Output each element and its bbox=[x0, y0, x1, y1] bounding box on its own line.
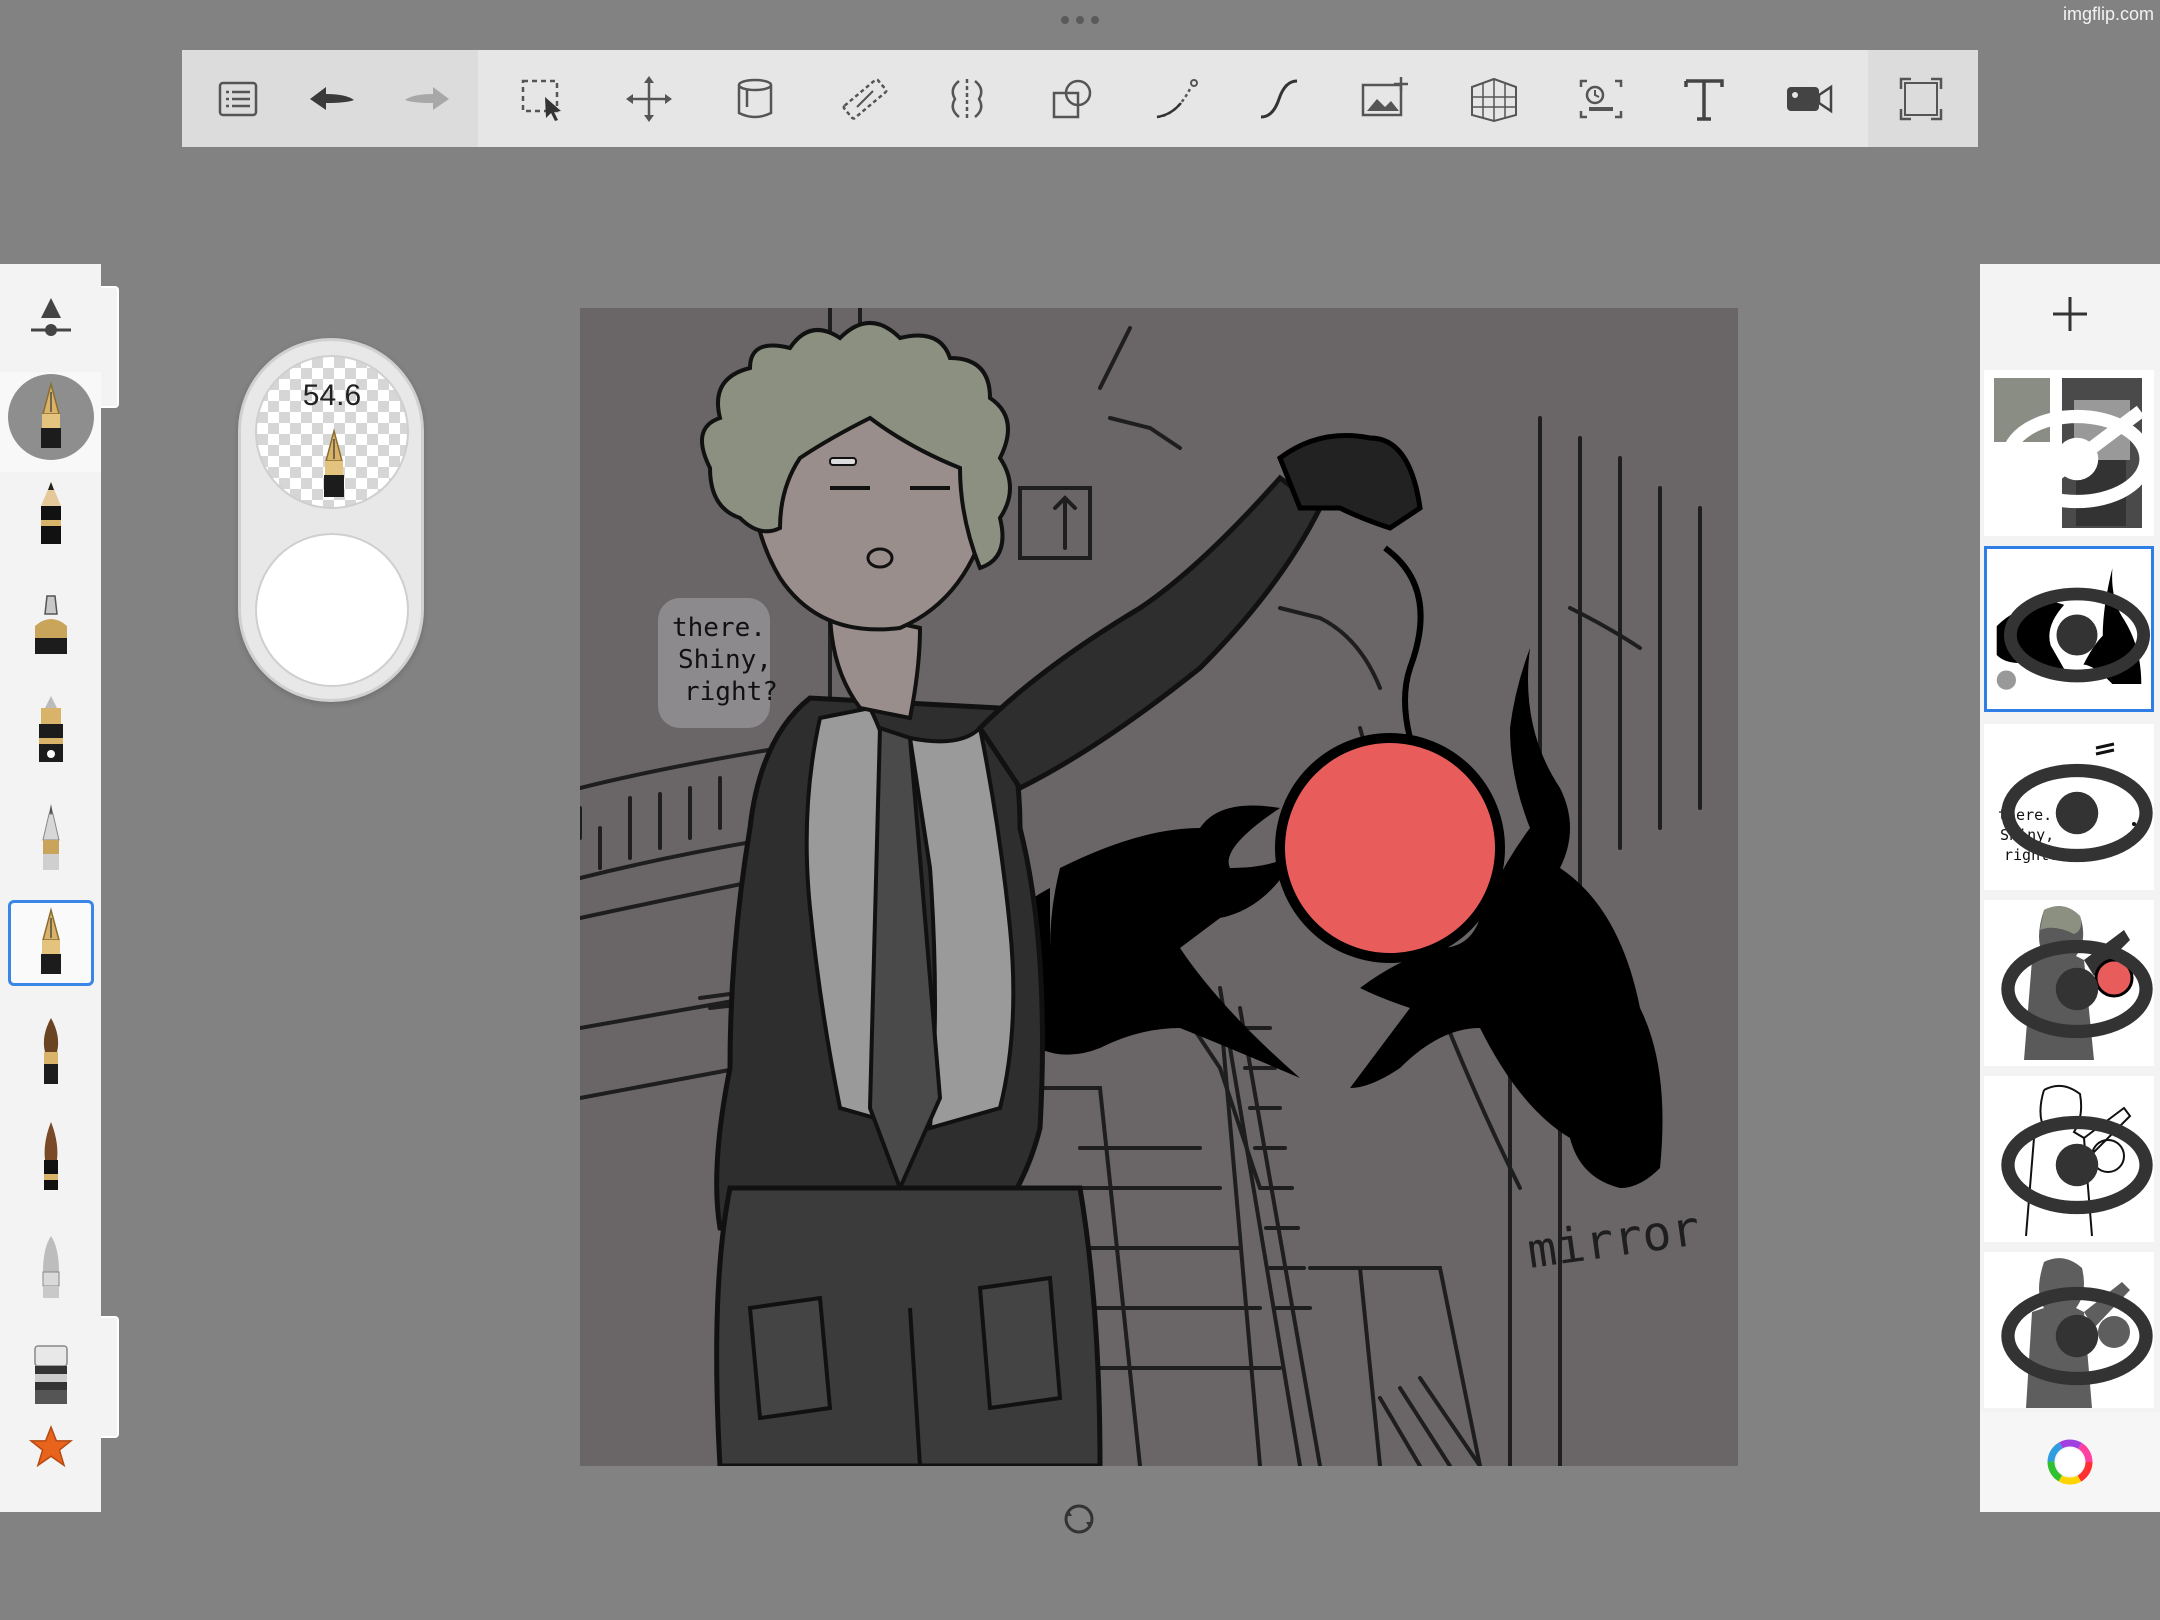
favorites-star-icon[interactable] bbox=[8, 1414, 94, 1480]
layer-reference[interactable] bbox=[1984, 370, 2154, 536]
undo-icon[interactable] bbox=[297, 64, 367, 134]
artwork: there. Shiny, right? mirror bbox=[580, 308, 1738, 1466]
layer-crows[interactable] bbox=[1984, 546, 2154, 712]
layer-lineart[interactable] bbox=[1984, 1076, 2154, 1242]
paintbrush-icon[interactable] bbox=[8, 1008, 94, 1094]
fountain-pen-icon[interactable] bbox=[8, 900, 94, 986]
color-picker-button[interactable] bbox=[1980, 1412, 2160, 1512]
eye-icon[interactable] bbox=[1992, 906, 2154, 1066]
add-image-icon[interactable] bbox=[1350, 64, 1420, 134]
eye-icon[interactable] bbox=[1992, 1258, 2154, 1408]
speech-line-3: right? bbox=[684, 677, 778, 707]
brush-panel-tab-bottom[interactable] bbox=[101, 1316, 119, 1438]
brush-size-control[interactable]: 54.6 bbox=[255, 355, 409, 509]
watermark: imgflip.com bbox=[2062, 4, 2154, 24]
speech-line-2: Shiny, bbox=[678, 645, 772, 675]
brush-settings-icon[interactable] bbox=[8, 278, 94, 364]
stroke-icon[interactable] bbox=[1244, 64, 1314, 134]
drawing-canvas[interactable]: there. Shiny, right? mirror bbox=[580, 308, 1738, 1466]
transform-icon[interactable] bbox=[614, 64, 684, 134]
layer-silhouette[interactable] bbox=[1984, 1252, 2154, 1408]
add-layer-button[interactable] bbox=[1980, 264, 2160, 364]
layer-color[interactable] bbox=[1984, 900, 2154, 1066]
redo-icon[interactable] bbox=[392, 64, 462, 134]
eye-icon[interactable] bbox=[1992, 730, 2154, 890]
video-record-icon[interactable] bbox=[1774, 64, 1844, 134]
layer-text[interactable]: there. Shiny, right? bbox=[1984, 724, 2154, 890]
pencil-icon[interactable] bbox=[8, 470, 94, 556]
fullscreen-icon[interactable] bbox=[1886, 64, 1956, 134]
text-icon[interactable] bbox=[1669, 64, 1739, 134]
brush-icon[interactable] bbox=[8, 1114, 94, 1200]
eye-icon[interactable] bbox=[1995, 555, 2154, 712]
top-toolbar bbox=[182, 50, 1978, 147]
eye-icon[interactable] bbox=[1992, 1082, 2154, 1242]
selection-icon[interactable] bbox=[508, 64, 578, 134]
brush-opacity-control[interactable] bbox=[255, 533, 409, 687]
fountain-pen-icon bbox=[324, 428, 344, 497]
color-wheel-icon bbox=[2047, 1439, 2093, 1485]
airbrush-icon[interactable] bbox=[8, 580, 94, 666]
perspective-grid-icon[interactable] bbox=[1459, 64, 1529, 134]
rotate-canvas-icon[interactable] bbox=[1062, 1502, 1096, 1536]
plus-icon bbox=[2053, 297, 2087, 331]
eraser-icon[interactable] bbox=[8, 1330, 94, 1416]
technical-pen-icon[interactable] bbox=[8, 794, 94, 880]
eye-hidden-icon[interactable] bbox=[1992, 376, 2154, 536]
brush-puck[interactable]: 54.6 bbox=[238, 338, 424, 702]
drag-handle[interactable] bbox=[1054, 10, 1106, 30]
ruler-icon[interactable] bbox=[830, 64, 900, 134]
fill-bucket-icon[interactable] bbox=[720, 64, 790, 134]
brush-size-value: 54.6 bbox=[302, 379, 362, 412]
curve-icon[interactable] bbox=[1142, 64, 1212, 134]
brush-library bbox=[0, 264, 119, 1512]
brush-panel-tab-top[interactable] bbox=[101, 286, 119, 408]
timelapse-icon[interactable] bbox=[1566, 64, 1636, 134]
marker-icon[interactable] bbox=[8, 1222, 94, 1308]
speech-line-1: there. bbox=[672, 613, 766, 643]
layers-list-icon[interactable] bbox=[203, 64, 273, 134]
ink-pen-icon[interactable] bbox=[8, 686, 94, 772]
shapes-icon[interactable] bbox=[1037, 64, 1107, 134]
symmetry-icon[interactable] bbox=[932, 64, 1002, 134]
layers-panel: there. Shiny, right? bbox=[1980, 264, 2160, 1512]
current-brush[interactable] bbox=[8, 374, 94, 460]
